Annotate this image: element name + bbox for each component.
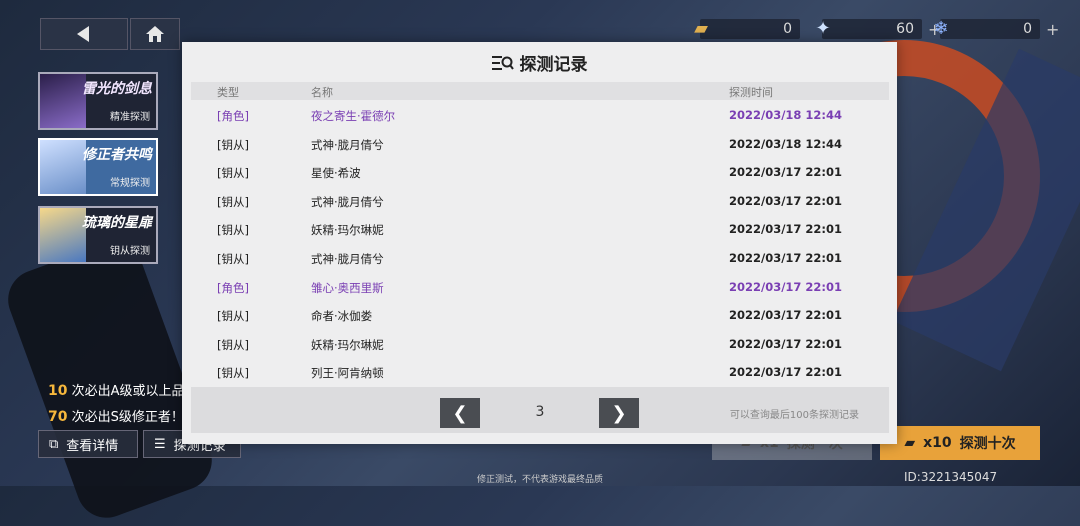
pity-text: 次必出S级修正者！！ bbox=[71, 410, 197, 425]
ticket-icon: ▰ bbox=[904, 435, 916, 451]
banner-title: 琉璃的星扉 bbox=[82, 215, 152, 231]
currency-value: 60 bbox=[896, 21, 914, 37]
column-header-type: 类型 bbox=[217, 86, 239, 99]
chevron-right-icon: ❯ bbox=[611, 402, 627, 424]
dialog-title-text: 探测记录 bbox=[519, 55, 588, 75]
pity-count: 10 bbox=[48, 383, 68, 399]
banner-glass-star-door[interactable]: 琉璃的星扉 钥从探测 bbox=[38, 206, 158, 264]
pager-note: 可以查询最后100条探测记录 bbox=[729, 410, 859, 421]
add-gem-button[interactable]: + bbox=[1046, 20, 1059, 39]
search-list-icon bbox=[491, 55, 514, 70]
record-time: 2022/03/17 22:01 bbox=[729, 308, 843, 323]
ice-gem-icon: ❄ bbox=[933, 17, 949, 39]
record-name: 雏心·奥西里斯 bbox=[311, 280, 384, 295]
record-time: 2022/03/17 22:01 bbox=[729, 365, 843, 380]
record-type: [角色] bbox=[217, 280, 249, 295]
record-name: 式神·胧月倩兮 bbox=[311, 137, 384, 152]
table-row: [钥从] 星使·希波 2022/03/17 22:01 bbox=[191, 157, 889, 186]
record-name: 星使·希波 bbox=[311, 166, 361, 181]
home-button[interactable] bbox=[130, 18, 180, 50]
table-row: [钥从] 式神·胧月倩兮 2022/03/18 12:44 bbox=[191, 129, 889, 158]
banner-subtitle: 精准探测 bbox=[110, 112, 150, 123]
column-header-name: 名称 bbox=[311, 86, 333, 99]
table-row: [钥从] 命者·冰伽娄 2022/03/17 22:01 bbox=[191, 300, 889, 329]
pity-count: 70 bbox=[48, 409, 68, 425]
banner-title: 雷光的剑息 bbox=[82, 81, 152, 97]
record-time: 2022/03/17 22:01 bbox=[729, 336, 843, 351]
table-row: [角色] 雏心·奥西里斯 2022/03/17 22:01 bbox=[191, 272, 889, 301]
dialog-title: 探测记录 bbox=[182, 50, 897, 75]
record-type: [钥从] bbox=[217, 223, 249, 238]
record-type: [钥从] bbox=[217, 366, 249, 381]
next-page-button[interactable]: ❯ bbox=[599, 398, 639, 428]
button-label: 查看详情 bbox=[66, 438, 119, 454]
records-dialog: 探测记录 类型 名称 探测时间 [角色] 夜之寄生·霍德尔 2022/03/18 1… bbox=[182, 42, 897, 444]
record-name: 列王·阿肯纳顿 bbox=[311, 366, 384, 381]
record-type: [钥从] bbox=[217, 251, 249, 266]
record-name: 妖精·玛尔琳妮 bbox=[311, 223, 384, 238]
record-time: 2022/03/18 12:44 bbox=[729, 108, 843, 122]
pity-info-a: 10 次必出A级或以上品质 bbox=[48, 380, 198, 399]
record-time: 2022/03/17 22:01 bbox=[729, 250, 843, 265]
record-type: [钥从] bbox=[217, 309, 249, 324]
draw-ten-button[interactable]: ▰ x10 探测十次 bbox=[880, 426, 1040, 460]
banner-subtitle: 钥从探测 bbox=[110, 246, 150, 257]
currency-value: 0 bbox=[1023, 21, 1032, 37]
record-type: [钥从] bbox=[217, 166, 249, 181]
column-header-time: 探测时间 bbox=[729, 86, 773, 99]
table-row: [钥从] 式神·胧月倩兮 2022/03/17 22:01 bbox=[191, 186, 889, 215]
user-id: ID:3221345047 bbox=[904, 470, 998, 484]
crystal-star-icon: ✦ bbox=[815, 17, 831, 39]
record-type: [钥从] bbox=[217, 194, 249, 209]
table-row: [钥从] 式神·胧月倩兮 2022/03/17 22:01 bbox=[191, 243, 889, 272]
currency-ticket: ▰ 0 bbox=[694, 18, 800, 40]
record-time: 2022/03/17 22:01 bbox=[729, 279, 843, 294]
table-header: 类型 名称 探测时间 bbox=[191, 82, 889, 100]
record-time: 2022/03/17 22:01 bbox=[729, 193, 843, 208]
record-name: 妖精·玛尔琳妮 bbox=[311, 337, 384, 352]
currency-value: 0 bbox=[783, 21, 792, 37]
banner-character-art bbox=[40, 140, 86, 194]
banner-subtitle: 常规探测 bbox=[110, 178, 150, 189]
back-button[interactable] bbox=[40, 18, 128, 50]
record-time: 2022/03/17 22:01 bbox=[729, 222, 843, 237]
record-type: [钥从] bbox=[217, 137, 249, 152]
banner-corrector-resonance[interactable]: 修正者共鸣 常规探测 bbox=[38, 138, 158, 196]
page-number: 3 bbox=[535, 404, 545, 420]
ticket-icon: ▰ bbox=[694, 17, 708, 39]
table-row: [钥从] 妖精·玛尔琳妮 2022/03/17 22:01 bbox=[191, 214, 889, 243]
pity-text: 次必出A级或以上品质 bbox=[71, 384, 198, 399]
table-row: [钥从] 列王·阿肯纳顿 2022/03/17 22:01 bbox=[191, 357, 889, 386]
currency-gem: ❄ 0 + bbox=[933, 18, 1059, 40]
view-details-button[interactable]: ⧉ 查看详情 bbox=[38, 430, 138, 458]
currency-crystal: ✦ 60 + bbox=[815, 18, 941, 40]
chevron-left-icon: ❮ bbox=[452, 402, 468, 424]
table-row: [钥从] 妖精·玛尔琳妮 2022/03/17 22:01 bbox=[191, 329, 889, 358]
list-icon: ☰ bbox=[154, 436, 166, 452]
record-name: 式神·胧月倩兮 bbox=[311, 194, 384, 209]
record-time: 2022/03/18 12:44 bbox=[729, 136, 843, 151]
record-type: [钥从] bbox=[217, 337, 249, 352]
details-icon: ⧉ bbox=[49, 436, 59, 452]
records-table: [角色] 夜之寄生·霍德尔 2022/03/18 12:44 [钥从] 式神·胧月倩兮 2… bbox=[191, 100, 889, 386]
table-row: [角色] 夜之寄生·霍德尔 2022/03/18 12:44 bbox=[191, 100, 889, 129]
record-time: 2022/03/17 22:01 bbox=[729, 165, 843, 180]
record-name: 式神·胧月倩兮 bbox=[311, 251, 384, 266]
banner-character-art bbox=[40, 208, 86, 262]
pagination: ❮ 3 ❯ 可以查询最后100条探测记录 bbox=[191, 387, 889, 433]
draw-label: 探测十次 bbox=[959, 436, 1016, 452]
draw-count: x10 bbox=[923, 435, 952, 451]
record-type: [角色] bbox=[217, 109, 249, 123]
back-arrow-icon bbox=[77, 26, 89, 42]
record-name: 夜之寄生·霍德尔 bbox=[311, 109, 396, 123]
banner-character-art bbox=[40, 74, 86, 128]
pity-info-s: 70 次必出S级修正者！！ bbox=[48, 406, 197, 425]
record-name: 命者·冰伽娄 bbox=[311, 309, 373, 324]
prev-page-button[interactable]: ❮ bbox=[440, 398, 480, 428]
banner-title: 修正者共鸣 bbox=[82, 147, 152, 163]
banner-lightning-sword[interactable]: 雷光的剑息 精准探测 bbox=[38, 72, 158, 130]
home-icon bbox=[146, 26, 164, 42]
